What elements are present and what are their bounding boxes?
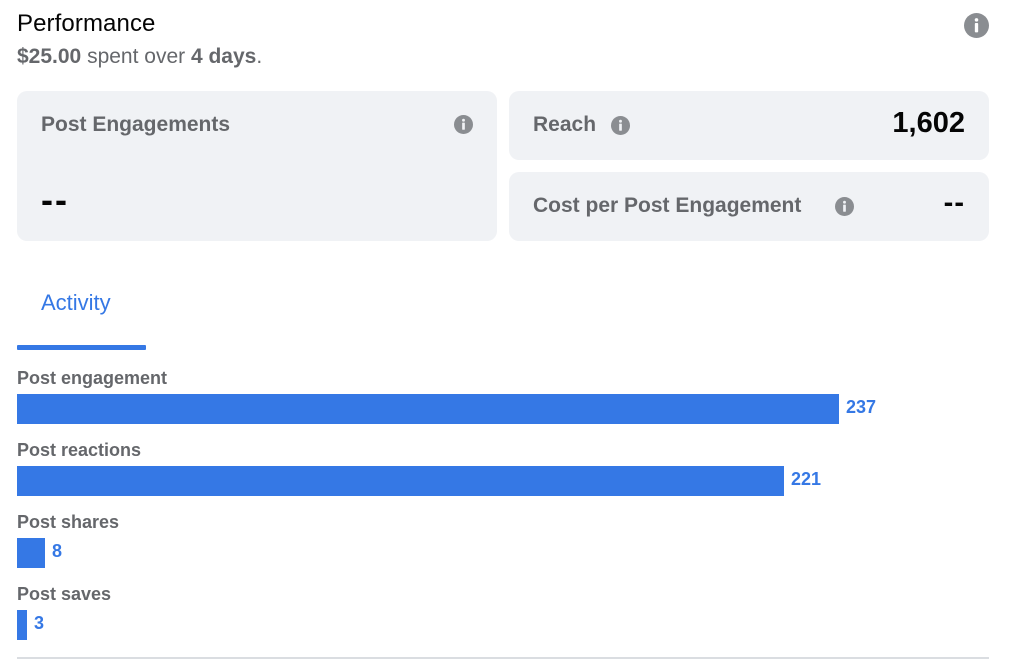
bar xyxy=(17,394,839,424)
bar-value-label: 3 xyxy=(34,613,45,633)
info-icon[interactable] xyxy=(454,115,473,134)
activity-row: Post engagement 237 xyxy=(17,364,989,434)
info-icon[interactable] xyxy=(835,197,854,216)
activity-row: Post reactions 221 xyxy=(17,436,989,506)
page-title: Performance xyxy=(17,10,156,37)
post-engagements-value: -- xyxy=(41,179,69,220)
cost-per-engagement-label: Cost per Post Engagement xyxy=(533,194,802,217)
divider xyxy=(17,657,989,659)
bar-value-label: 237 xyxy=(846,397,877,417)
reach-label: Reach xyxy=(533,113,597,136)
bar-label: Post reactions xyxy=(17,440,142,460)
bar-label: Post saves xyxy=(17,584,112,604)
spend-summary: $25.00 spent over 4 days. xyxy=(17,45,262,69)
bar-value-label: 221 xyxy=(791,469,822,489)
activity-row: Post shares 8 xyxy=(17,508,989,578)
performance-panel: Performance $25.00 spent over 4 days. Po… xyxy=(0,0,1010,660)
bar xyxy=(17,538,45,568)
bar-value-label: 8 xyxy=(52,541,63,561)
tab-activity-label: Activity xyxy=(41,290,111,315)
cost-per-engagement-card: Cost per Post Engagement -- xyxy=(509,172,989,241)
cost-per-engagement-value: -- xyxy=(943,187,965,219)
activity-row: Post saves 3 xyxy=(17,580,989,650)
bar-label: Post engagement xyxy=(17,368,168,388)
tab-active-indicator xyxy=(17,345,146,350)
spent-period: . xyxy=(256,45,263,68)
bar xyxy=(17,610,27,640)
post-engagements-label: Post Engagements xyxy=(41,113,231,136)
bar xyxy=(17,466,784,496)
info-icon[interactable] xyxy=(611,116,630,135)
tab-activity[interactable]: Activity xyxy=(17,280,146,350)
spent-amount: $25.00 xyxy=(17,45,82,68)
spent-days: 4 days xyxy=(190,45,257,68)
info-icon[interactable] xyxy=(964,13,989,38)
reach-card: Reach 1,602 xyxy=(509,91,989,160)
bar-label: Post shares xyxy=(17,512,120,532)
post-engagements-card: Post Engagements -- xyxy=(17,91,497,241)
reach-value: 1,602 xyxy=(892,107,965,139)
spent-text: spent over xyxy=(81,45,191,68)
